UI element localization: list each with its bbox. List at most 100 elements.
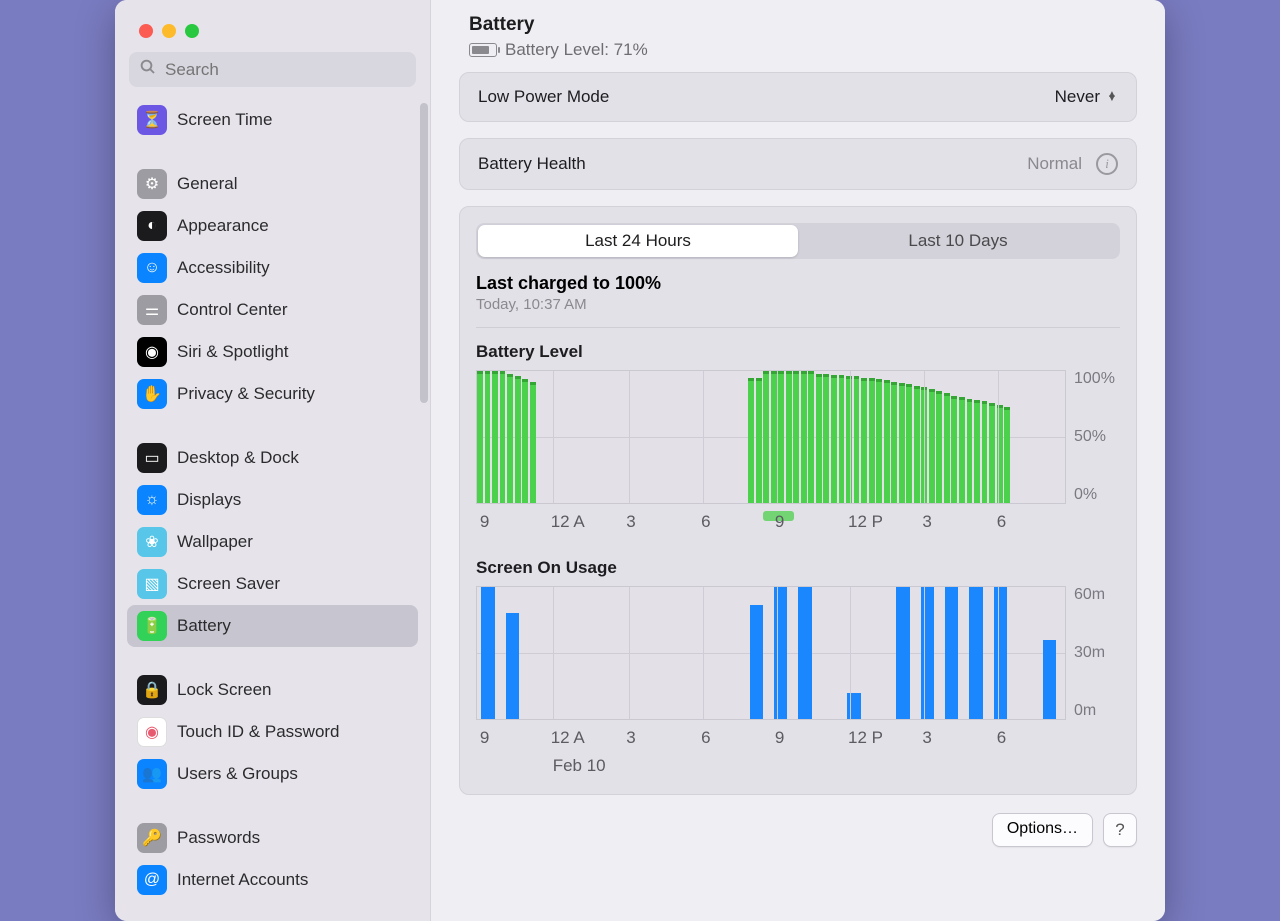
x-tick: 9 [775, 728, 784, 748]
tab-last-10d[interactable]: Last 10 Days [798, 225, 1118, 257]
bar [507, 374, 513, 503]
dock-icon: ▭ [137, 443, 167, 473]
bar [485, 371, 491, 503]
search-field[interactable] [165, 60, 406, 80]
last-charged-info: Last charged to 100% Today, 10:37 AM [476, 273, 1120, 313]
bar [793, 371, 799, 503]
sun-icon: ☼ [137, 485, 167, 515]
bar [808, 371, 814, 503]
maximize-icon[interactable] [185, 24, 199, 38]
low-power-select[interactable]: Never ▲▼ [1055, 87, 1118, 107]
chevron-updown-icon: ▲▼ [1106, 93, 1118, 101]
bar [921, 587, 934, 719]
sidebar-list: ⏳Screen Time ⚙General ◐ Appearance ☺Accessib… [115, 99, 430, 921]
sidebar-item-label: Battery [177, 616, 231, 636]
sidebar-item-users-groups[interactable]: 👥Users & Groups [127, 753, 418, 795]
sidebar: ⏳Screen Time ⚙General ◐ Appearance ☺Accessib… [115, 0, 431, 921]
x-tick: 3 [626, 728, 635, 748]
bar [816, 374, 822, 503]
bar [884, 380, 890, 503]
sidebar-item-screen-saver[interactable]: ▧Screen Saver [127, 563, 418, 605]
bar [763, 371, 769, 503]
hand-icon: ✋ [137, 379, 167, 409]
scrollbar-thumb[interactable] [420, 103, 428, 403]
minimize-icon[interactable] [162, 24, 176, 38]
battery-level-chart: Battery Level 100%50%0% 912 A36912 P36 [476, 342, 1120, 536]
bar [899, 383, 905, 503]
bar [959, 397, 965, 503]
contrast-icon: ◐ [137, 211, 167, 241]
screen-on-plot [476, 586, 1066, 720]
sidebar-item-privacy-security[interactable]: ✋Privacy & Security [127, 373, 418, 415]
bar [914, 386, 920, 503]
sidebar-item-label: Screen Saver [177, 574, 280, 594]
low-power-panel: Low Power Mode Never ▲▼ [459, 72, 1137, 122]
bar [778, 371, 784, 503]
siri-icon: ◉ [137, 337, 167, 367]
y-tick: 50% [1074, 428, 1120, 446]
options-button[interactable]: Options… [992, 813, 1093, 847]
bar [951, 396, 957, 503]
sidebar-item-desktop-dock[interactable]: ▭ Desktop & Dock [127, 437, 418, 479]
sidebar-item-control-center[interactable]: ⚌Control Center [127, 289, 418, 331]
tab-last-24h[interactable]: Last 24 Hours [478, 225, 798, 257]
bar [798, 587, 811, 719]
bar [839, 375, 845, 503]
x-tick: 3 [922, 512, 931, 532]
y-tick: 0% [1074, 486, 1120, 504]
sidebar-item-accessibility[interactable]: ☺Accessibility [127, 247, 418, 289]
bar [1004, 407, 1010, 503]
close-icon[interactable] [139, 24, 153, 38]
bar [481, 587, 494, 719]
bar [823, 374, 829, 503]
sidebar-item-siri-spotlight[interactable]: ◉Siri & Spotlight [127, 331, 418, 373]
battery-health-panel: Battery Health Normal i [459, 138, 1137, 190]
x-tick: 3 [922, 728, 931, 748]
sidebar-item-label: Desktop & Dock [177, 448, 299, 468]
battery-health-label: Battery Health [478, 154, 586, 174]
bar [994, 587, 1007, 719]
sidebar-item-general[interactable]: ⚙General [127, 163, 418, 205]
sidebar-item-passwords[interactable]: 🔑Passwords [127, 817, 418, 859]
help-button[interactable]: ? [1103, 813, 1137, 847]
battery-level-plot [476, 370, 1066, 504]
bar [989, 403, 995, 503]
footer: Options… ? [459, 813, 1137, 847]
bar [906, 384, 912, 503]
sidebar-item-screen-time[interactable]: ⏳Screen Time [127, 99, 418, 141]
x-axis-labels: 912 A36912 P36 [476, 512, 1066, 536]
bar [944, 393, 950, 503]
bar [861, 378, 867, 503]
sidebar-item-label: Accessibility [177, 258, 270, 278]
sidebar-item-appearance[interactable]: ◐ Appearance [127, 205, 418, 247]
traffic-lights [115, 0, 430, 52]
sidebar-item-lock-screen[interactable]: 🔒Lock Screen [127, 669, 418, 711]
x-tick: 12 A [551, 728, 585, 748]
bar [876, 379, 882, 503]
bar [1043, 640, 1056, 719]
fingerprint-icon: ◉ [137, 717, 167, 747]
y-tick: 30m [1074, 644, 1120, 662]
y-axis-labels: 60m30m0m [1066, 586, 1120, 720]
scrollbar[interactable] [418, 99, 430, 419]
sidebar-item-displays[interactable]: ☼ Displays [127, 479, 418, 521]
sidebar-item-internet-accounts[interactable]: @ Internet Accounts [127, 859, 418, 901]
sidebar-item-label: Passwords [177, 828, 260, 848]
bar [750, 605, 763, 719]
sidebar-item-wallpaper[interactable]: ❀Wallpaper [127, 521, 418, 563]
bar [530, 382, 536, 503]
system-settings-window: ⏳Screen Time ⚙General ◐ Appearance ☺Accessib… [115, 0, 1165, 921]
x-tick: 9 [480, 512, 489, 532]
bar [869, 378, 875, 503]
sidebar-item-battery[interactable]: 🔋Battery [127, 605, 418, 647]
sidebar-item-touch-id-password[interactable]: ◉Touch ID & Password [127, 711, 418, 753]
gear-icon: ⚙ [137, 169, 167, 199]
x-tick: 6 [997, 728, 1006, 748]
search-input[interactable] [129, 52, 416, 87]
sidebar-item-label: Internet Accounts [177, 870, 308, 890]
at-icon: @ [137, 865, 167, 895]
sidebar-item-label: Displays [177, 490, 241, 510]
info-icon[interactable]: i [1096, 153, 1118, 175]
sidebar-item-label: Appearance [177, 216, 269, 236]
charts-panel: Last 24 Hours Last 10 Days Last charged … [459, 206, 1137, 795]
